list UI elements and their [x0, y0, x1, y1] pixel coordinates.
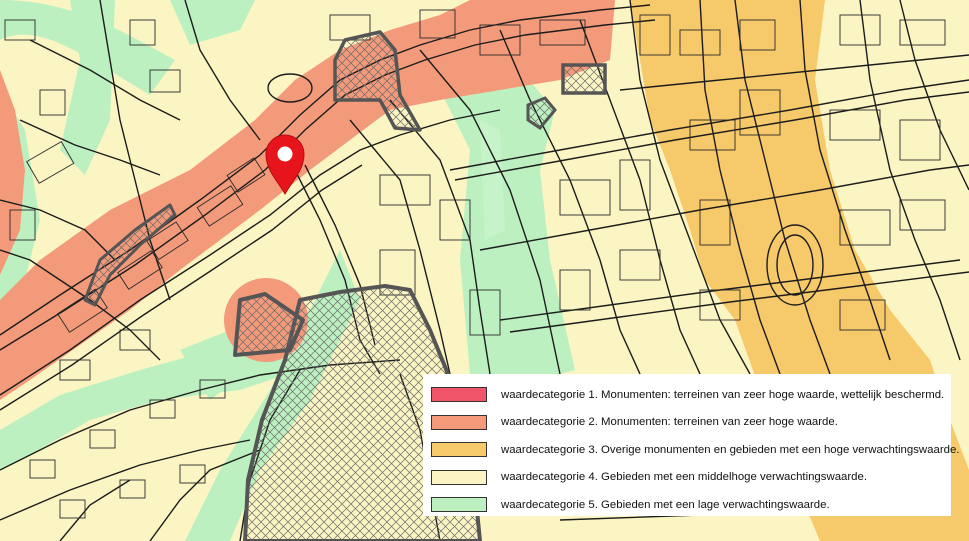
map-legend: waardecategorie 1. Monumenten: terreinen… [423, 374, 959, 519]
legend-item-category-3: waardecategorie 3. Overige monumenten en… [431, 436, 959, 464]
legend-swatch-category-4 [431, 469, 487, 485]
legend-label-category-2: waardecategorie 2. Monumenten: terreinen… [501, 416, 838, 429]
legend-item-category-2: waardecategorie 2. Monumenten: terreinen… [431, 409, 943, 437]
legend-swatch-category-1 [431, 387, 487, 403]
legend-swatch-category-2 [431, 414, 487, 430]
legend-label-category-4: waardecategorie 4. Gebieden met een midd… [501, 471, 867, 484]
legend-label-category-1: waardecategorie 1. Monumenten: terreinen… [501, 388, 945, 401]
legend-item-category-5: waardecategorie 5. Gebieden met een lage… [431, 491, 943, 519]
legend-item-category-4: waardecategorie 4. Gebieden met een midd… [431, 464, 943, 492]
legend-swatch-category-3 [431, 442, 487, 458]
legend-item-category-1: waardecategorie 1. Monumenten: terreinen… [431, 381, 945, 409]
legend-label-category-3: waardecategorie 3. Overige monumenten en… [501, 443, 960, 456]
legend-label-category-5: waardecategorie 5. Gebieden met een lage… [501, 498, 830, 511]
legend-swatch-category-5 [431, 497, 487, 513]
map-canvas[interactable]: waardecategorie 1. Monumenten: terreinen… [0, 0, 969, 541]
